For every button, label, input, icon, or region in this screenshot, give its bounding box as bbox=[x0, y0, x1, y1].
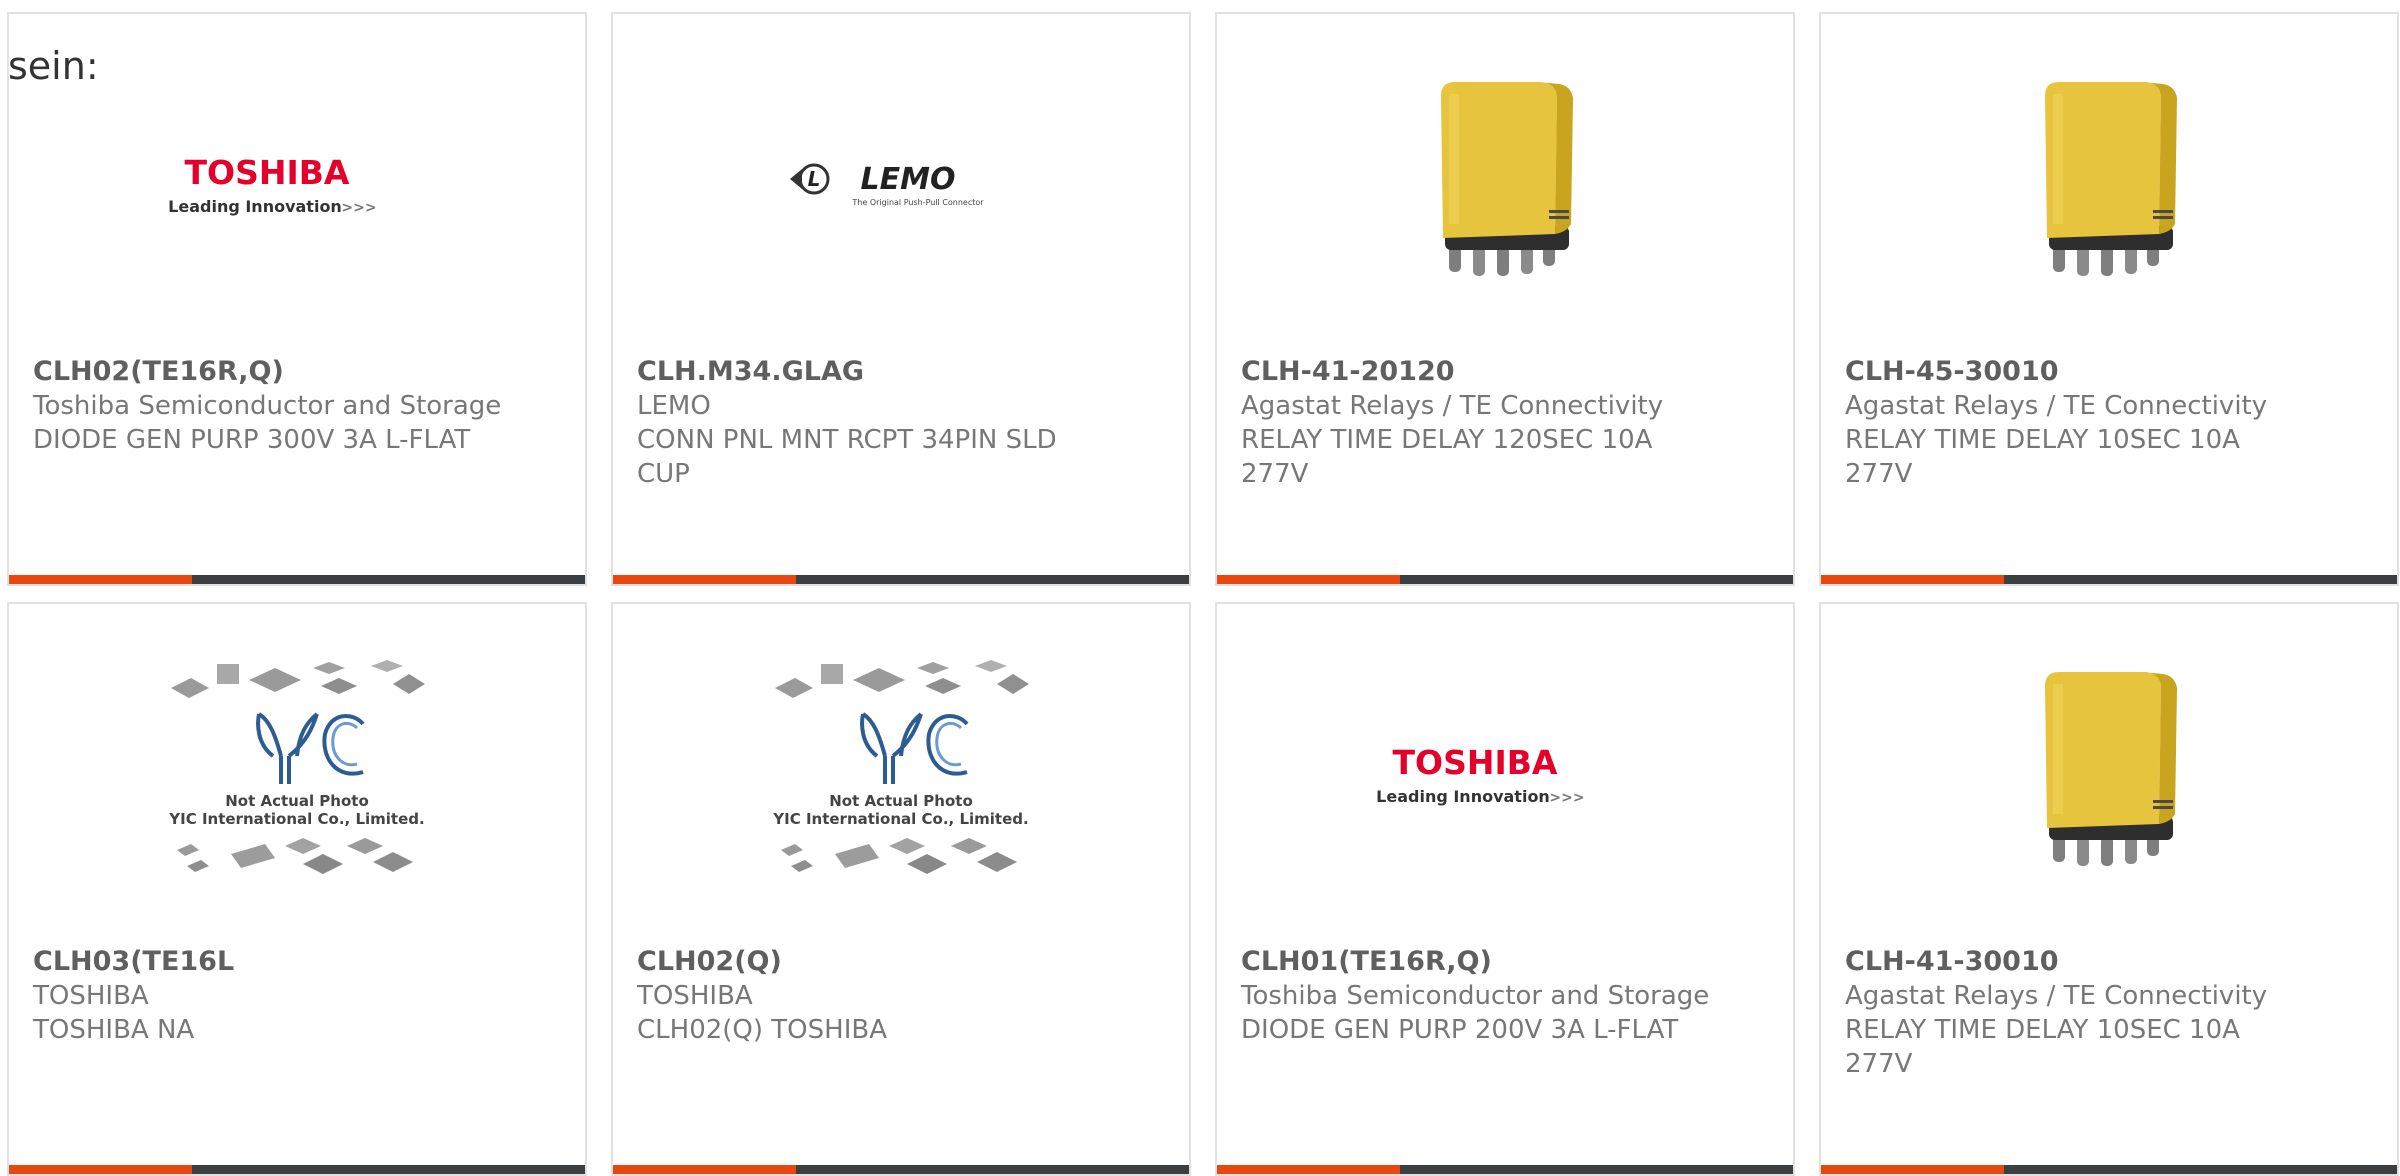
card-bottom-bar bbox=[9, 575, 585, 584]
product-card[interactable]: TOSHIBA Leading Innovation >>> CLH01(TE1… bbox=[1215, 602, 1795, 1176]
bar-accent bbox=[9, 1165, 192, 1174]
svg-text:YIC International Co., Limited: YIC International Co., Limited. bbox=[772, 810, 1028, 828]
intro-text: sein: bbox=[8, 44, 99, 88]
yic-placeholder-image: Not Actual Photo YIC International Co., … bbox=[168, 660, 425, 874]
card-bottom-bar bbox=[613, 575, 1189, 584]
product-image[interactable]: Not Actual Photo YIC International Co., … bbox=[9, 604, 585, 944]
manufacturer-label: Agastat Relays / TE Connectivity bbox=[1845, 391, 2268, 421]
svg-text:L: L bbox=[808, 167, 821, 191]
part-number-link[interactable]: CLH02(TE16R,Q) bbox=[33, 355, 503, 389]
card-bottom-bar bbox=[1821, 575, 2397, 584]
product-card[interactable]: CLH-41-30010 Agastat Relays / TE Connect… bbox=[1819, 602, 2399, 1176]
description-label: CONN PNL MNT RCPT 34PIN SLD CUP bbox=[637, 425, 1057, 489]
svg-text:TOSHIBA: TOSHIBA bbox=[185, 153, 350, 192]
product-image[interactable]: L LEMO The Original Push-Pull Connector bbox=[613, 14, 1189, 354]
manufacturer-label: TOSHIBA bbox=[33, 981, 149, 1011]
product-image[interactable]: TOSHIBA Leading Innovation >>> bbox=[1217, 604, 1793, 944]
product-image[interactable] bbox=[1821, 604, 2397, 944]
svg-text:Not Actual Photo: Not Actual Photo bbox=[829, 792, 973, 810]
bar-accent bbox=[1217, 575, 1400, 584]
card-bottom-bar bbox=[9, 1165, 585, 1174]
svg-text:Leading Innovation: Leading Innovation bbox=[1376, 787, 1550, 806]
manufacturer-label: LEMO bbox=[637, 391, 711, 421]
bar-accent bbox=[613, 1165, 796, 1174]
svg-text:Not Actual Photo: Not Actual Photo bbox=[225, 792, 369, 810]
product-card[interactable]: Not Actual Photo YIC International Co., … bbox=[7, 602, 587, 1176]
part-number-link[interactable]: CLH.M34.GLAG bbox=[637, 355, 1107, 389]
lemo-logo: L LEMO The Original Push-Pull Connector bbox=[790, 162, 984, 207]
description-label: DIODE GEN PURP 300V 3A L-FLAT bbox=[33, 425, 471, 455]
svg-text:LEMO: LEMO bbox=[861, 162, 956, 197]
svg-text:>>>: >>> bbox=[341, 200, 376, 216]
svg-text:YIC International Co., Limited: YIC International Co., Limited. bbox=[168, 810, 424, 828]
svg-text:The Original Push-Pull Connect: The Original Push-Pull Connector bbox=[851, 198, 984, 207]
card-bottom-bar bbox=[1217, 1165, 1793, 1174]
relay-image bbox=[1441, 82, 1573, 276]
product-image[interactable]: Not Actual Photo YIC International Co., … bbox=[613, 604, 1189, 944]
product-image[interactable] bbox=[1821, 14, 2397, 354]
card-bottom-bar bbox=[1217, 575, 1793, 584]
bar-accent bbox=[613, 575, 796, 584]
relay-image bbox=[2045, 82, 2177, 276]
bar-accent bbox=[1217, 1165, 1400, 1174]
bar-accent bbox=[1821, 575, 2004, 584]
svg-text:TOSHIBA: TOSHIBA bbox=[1393, 743, 1558, 782]
card-bottom-bar bbox=[1821, 1165, 2397, 1174]
description-label: TOSHIBA NA bbox=[33, 1015, 195, 1045]
product-card[interactable]: CLH-41-20120 Agastat Relays / TE Connect… bbox=[1215, 12, 1795, 586]
product-card[interactable]: CLH-45-30010 Agastat Relays / TE Connect… bbox=[1819, 12, 2399, 586]
manufacturer-label: Agastat Relays / TE Connectivity bbox=[1845, 981, 2268, 1011]
toshiba-logo: TOSHIBA Leading Innovation >>> bbox=[1376, 743, 1584, 806]
svg-text:>>>: >>> bbox=[1549, 790, 1584, 806]
yic-placeholder-image: Not Actual Photo YIC International Co., … bbox=[772, 660, 1029, 874]
manufacturer-label: Agastat Relays / TE Connectivity bbox=[1241, 391, 1664, 421]
part-number-link[interactable]: CLH01(TE16R,Q) bbox=[1241, 945, 1711, 979]
card-bottom-bar bbox=[613, 1165, 1189, 1174]
relay-image bbox=[2045, 672, 2177, 866]
description-label: RELAY TIME DELAY 120SEC 10A 277V bbox=[1241, 425, 1653, 489]
part-number-link[interactable]: CLH02(Q) bbox=[637, 945, 1107, 979]
description-label: RELAY TIME DELAY 10SEC 10A 277V bbox=[1845, 1015, 2240, 1079]
toshiba-logo: TOSHIBA Leading Innovation >>> bbox=[168, 153, 376, 216]
part-number-link[interactable]: CLH-41-20120 bbox=[1241, 355, 1711, 389]
product-card[interactable]: Not Actual Photo YIC International Co., … bbox=[611, 602, 1191, 1176]
product-card[interactable]: TOSHIBA Leading Innovation >>> CLH02(TE1… bbox=[7, 12, 587, 586]
description-label: RELAY TIME DELAY 10SEC 10A 277V bbox=[1845, 425, 2240, 489]
part-number-link[interactable]: CLH-41-30010 bbox=[1845, 945, 2315, 979]
manufacturer-label: Toshiba Semiconductor and Storage bbox=[1241, 981, 1710, 1011]
product-image[interactable] bbox=[1217, 14, 1793, 354]
bar-accent bbox=[1821, 1165, 2004, 1174]
bar-accent bbox=[9, 575, 192, 584]
description-label: DIODE GEN PURP 200V 3A L-FLAT bbox=[1241, 1015, 1679, 1045]
product-card[interactable]: L LEMO The Original Push-Pull Connector … bbox=[611, 12, 1191, 586]
part-number-link[interactable]: CLH-45-30010 bbox=[1845, 355, 2315, 389]
description-label: CLH02(Q) TOSHIBA bbox=[637, 1015, 887, 1045]
manufacturer-label: TOSHIBA bbox=[637, 981, 753, 1011]
part-number-link[interactable]: CLH03(TE16L bbox=[33, 945, 503, 979]
manufacturer-label: Toshiba Semiconductor and Storage bbox=[33, 391, 502, 421]
svg-text:Leading Innovation: Leading Innovation bbox=[168, 197, 342, 216]
